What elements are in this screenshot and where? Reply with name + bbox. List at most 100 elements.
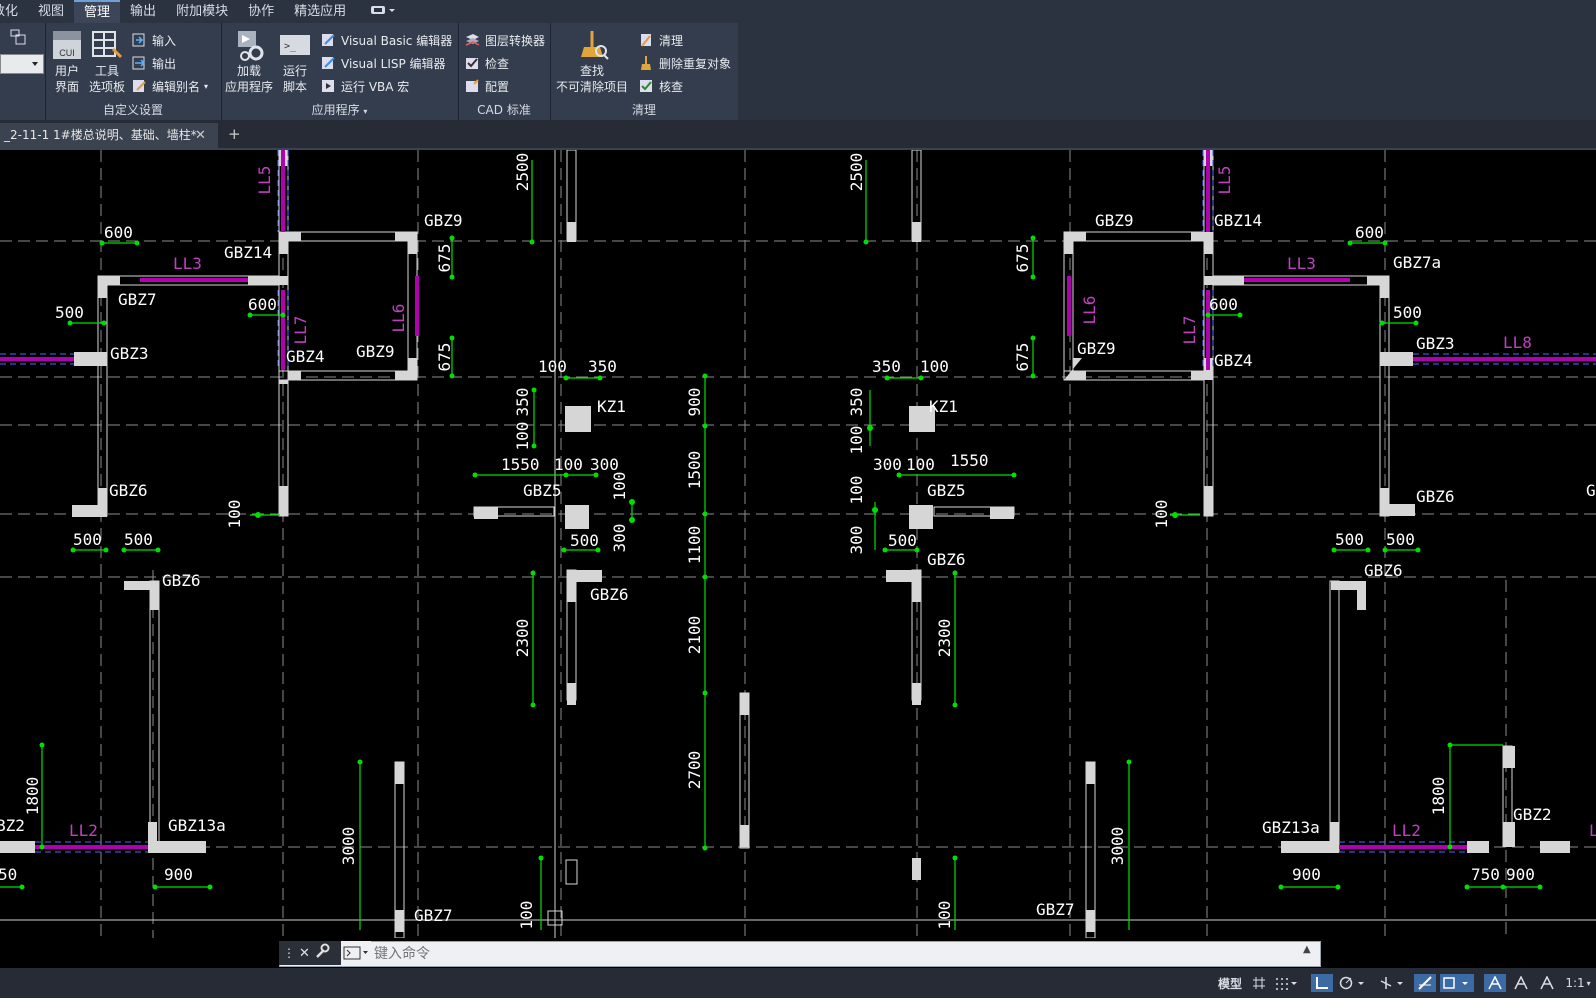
dim-500-g: 500 [1335,530,1364,549]
tool-palettes-icon [92,31,123,59]
purge-icon [641,34,651,47]
tab-addins[interactable]: 附加模块 [166,0,238,23]
vba-editor-button[interactable]: Visual Basic 编辑器 [320,31,452,49]
command-history-up-icon[interactable]: ▲ [1303,944,1311,955]
dim-500-h: 500 [1386,530,1415,549]
edit-aliases-button[interactable]: 编辑别名 ▾ [131,77,208,95]
dim-100-i: 100 [847,476,866,505]
overkill-button[interactable]: 删除重复对象 [638,54,731,72]
close-icon[interactable]: ✕ [195,123,206,148]
dim-500-a: 500 [55,303,84,322]
dim-1550-a: 1550 [501,455,540,474]
dim-500-c: 500 [888,531,917,550]
dim-100-j: 100 [1152,500,1171,529]
overkill-label: 删除重复对象 [659,56,732,71]
new-tab-button[interactable]: + [228,125,241,143]
dim-2500-b: 2500 [847,153,866,192]
model-space-button[interactable]: 模型 [1213,974,1247,992]
drag-handle-icon[interactable]: ⋮ [283,946,295,960]
close-command-line-icon[interactable]: ✕ [299,946,310,961]
snap-dots-icon[interactable] [1272,974,1300,992]
command-input[interactable] [374,941,1294,965]
drawing-svg[interactable]: GBZ9 GBZ14 GBZ7 GBZ3 GBZ4 GBZ9 GBZ6 GBZ6… [0,149,1596,939]
user-interface-button[interactable]: CUI 用户 界面 [51,29,83,95]
tab-digitize[interactable]: 数化 [0,0,28,23]
label-gbz3-a: GBZ3 [110,344,149,363]
panel-title-applications[interactable]: 应用程序 ▾ [221,101,458,118]
beam-label-ll5-b: LL5 [1215,166,1234,195]
label-gbz9-d: GBZ9 [1077,339,1116,358]
dim-1500: 1500 [685,451,704,490]
import-button[interactable]: 输入 [131,31,176,49]
tab-view[interactable]: 视图 [28,0,74,23]
find-nonpurgeable-label: 查找 不可清除项目 [556,64,629,94]
grid-icon[interactable] [1250,974,1268,992]
dim-3000-b: 3000 [1108,827,1127,866]
dim-675-b: 675 [435,343,454,372]
tab-output[interactable]: 输出 [120,0,166,23]
export-button[interactable]: 输出 [131,54,176,72]
dim-1800-b: 1800 [1429,777,1448,816]
document-tab[interactable]: _2-11-1 1#楼总说明、基础、墙柱* ✕ [0,123,218,148]
cui-icon: CUI [53,31,81,59]
object-snap-tracking-icon[interactable] [1414,974,1436,992]
tab-featured-apps[interactable]: 精选应用 [284,0,356,23]
dim-900-b: 900 [164,865,193,884]
configure-standards-button[interactable]: 配置 [464,77,509,95]
dim-100-f: 100 [920,357,949,376]
dim-300-c: 300 [873,455,902,474]
label-gbz6-c: GBZ6 [590,585,629,604]
run-vba-icon [322,80,334,92]
annotation-scale-icon[interactable] [1536,974,1558,992]
audit-label: 核查 [659,79,684,94]
panel-cleanup: 查找 不可清除项目 清理 删除重复对象 核查 清理 [550,23,738,120]
panel-applications: 加载 应用程序 >_ 运行 脚本 Visual Basic 编辑器 Visual… [221,23,459,120]
edit-aliases-dropdown-icon[interactable]: ▾ [204,82,208,91]
load-application-button[interactable]: 加载 应用程序 [225,29,273,95]
dropdown-combo[interactable] [0,54,44,74]
label-gbz5-a: GBZ5 [523,481,562,500]
vlisp-editor-button[interactable]: Visual LISP 编辑器 [320,54,446,72]
layer-translator-button[interactable]: 图层转换器 [464,31,545,49]
object-snap-icon[interactable] [1440,974,1474,992]
auto-scale-icon[interactable] [1510,974,1532,992]
label-gbz4-a: GBZ4 [286,347,325,366]
tab-collaborate[interactable]: 协作 [238,0,284,23]
layout-icon[interactable] [10,29,26,49]
check-standards-button[interactable]: 检查 [464,54,509,72]
customize-wrench-icon[interactable] [314,943,330,963]
annotation-scale-dropdown[interactable]: 1:1 ▾ [1560,974,1596,992]
polar-tracking-icon[interactable] [1337,974,1367,992]
isometric-icon[interactable] [1377,974,1407,992]
ortho-icon[interactable] [1311,974,1333,992]
run-script-button[interactable]: >_ 运行 脚本 [279,29,311,95]
label-gbz5-b: GBZ5 [927,481,966,500]
dim-350-a: 350 [588,357,617,376]
ribbon-options-icon[interactable] [370,4,396,19]
label-gbz6-a: GBZ6 [109,481,148,500]
purge-button[interactable]: 清理 [638,31,683,49]
tool-palettes-button[interactable]: 工具 选项板 [89,29,125,95]
broom-search-icon [581,31,609,60]
overkill-broom-icon [641,56,651,70]
label-gbz6-d: GBZ6 [927,550,966,569]
audit-button[interactable]: 核查 [638,77,683,95]
label-g-edge: G [1586,481,1596,500]
applications-dropdown-icon: ▾ [363,107,368,116]
load-application-label: 加载 应用程序 [225,64,274,94]
vba-editor-icon [322,34,335,46]
tab-manage[interactable]: 管理 [74,0,121,23]
annotation-visibility-icon[interactable] [1484,974,1506,992]
run-vba-button[interactable]: 运行 VBA 宏 [320,77,409,95]
command-prompt-icon[interactable] [341,941,371,965]
label-gbz7-a: GBZ7 [118,290,157,309]
dim-300-a: 300 [590,455,619,474]
label-gbz9-a: GBZ9 [424,211,463,230]
ribbon-panel: CUI 用户 界面 工具 选项板 输入 输出 编辑别名 ▾ 自定义设置 加载 应… [0,23,1596,120]
label-gbz3-b: GBZ3 [1416,334,1455,353]
drawing-canvas[interactable]: GBZ9 GBZ14 GBZ7 GBZ3 GBZ4 GBZ9 GBZ6 GBZ6… [0,149,1596,939]
label-bz2: BZ2 [0,816,25,835]
find-nonpurgeable-button[interactable]: 查找 不可清除项目 [556,29,628,95]
dim-100-a: 100 [538,357,567,376]
beam-label-ll5-a: LL5 [255,166,274,195]
